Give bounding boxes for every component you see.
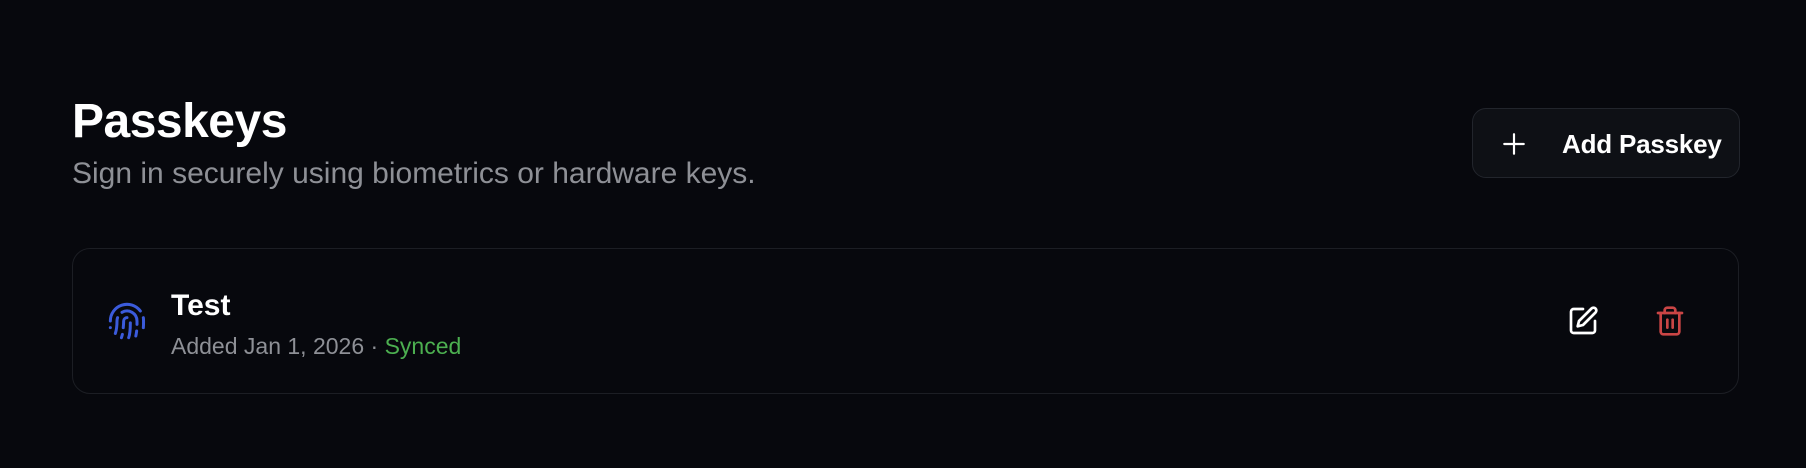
meta-separator: · <box>370 333 379 359</box>
add-passkey-label: Add Passkey <box>1562 129 1722 159</box>
passkey-name: Test <box>171 289 231 322</box>
trash-icon <box>1656 306 1684 336</box>
passkey-meta: Added Jan 1, 2026 · Synced <box>171 331 461 361</box>
passkeys-page: Passkeys Sign in securely using biometri… <box>0 0 1806 468</box>
edit-passkey-button[interactable] <box>1558 296 1608 346</box>
add-passkey-button[interactable]: Add Passkey <box>1472 108 1740 178</box>
page-title: Passkeys <box>72 95 287 148</box>
edit-icon <box>1569 306 1598 335</box>
plus-icon <box>1503 133 1525 155</box>
passkey-list-item: Test Added Jan 1, 2026 · Synced <box>72 248 1739 394</box>
passkeys-header: Passkeys Sign in securely using biometri… <box>72 92 1740 202</box>
page-subtitle: Sign in securely using biometrics or har… <box>72 157 756 190</box>
passkey-added-date: Added Jan 1, 2026 <box>171 333 365 359</box>
delete-passkey-button[interactable] <box>1645 296 1695 346</box>
fingerprint-icon <box>108 302 146 340</box>
status-badge: Synced <box>384 333 462 359</box>
